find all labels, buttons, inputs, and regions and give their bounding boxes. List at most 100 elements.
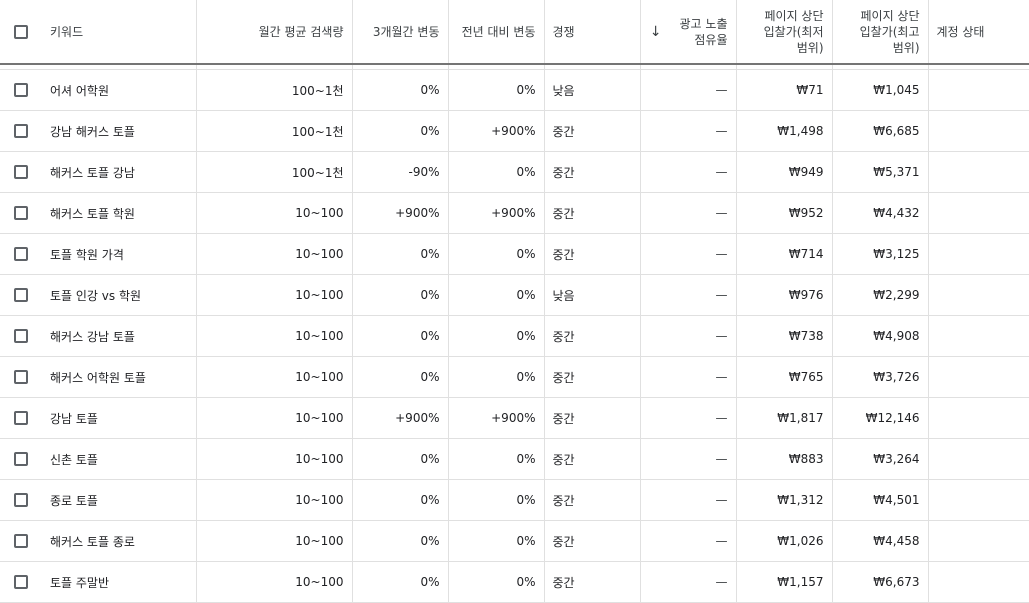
impression-share-cell: — <box>640 110 737 152</box>
keyword-cell: 신촌 토플 <box>36 438 197 480</box>
competition-cell: 중간 <box>544 561 641 603</box>
competition-cell: 중간 <box>544 356 641 398</box>
table-row: 해커스 토플 종로 10~100 0% 0% 중간 — ₩1,026 ₩4,458 <box>0 520 1029 562</box>
row-checkbox[interactable] <box>14 165 28 179</box>
competition-cell: 중간 <box>544 397 641 439</box>
column-header-competition[interactable]: 경쟁 <box>544 0 641 65</box>
table-row: 토플 주말반 10~100 0% 0% 중간 — ₩1,157 ₩6,673 <box>0 561 1029 603</box>
three-month-change-cell: 0% <box>352 69 449 111</box>
top-bid-low-cell: ₩1,157 <box>736 561 833 603</box>
three-month-change-cell: 0% <box>352 233 449 275</box>
yoy-change-cell: 0% <box>448 315 545 357</box>
yoy-change-cell: 0% <box>448 520 545 562</box>
top-bid-low-cell: ₩949 <box>736 151 833 193</box>
table-row: 해커스 토플 학원 10~100 +900% +900% 중간 — ₩952 ₩4,432 <box>0 192 1029 234</box>
column-header-top-bid-high[interactable]: 페이지 상단 입찰가(최고 범위) <box>832 0 929 65</box>
table-row: 어셔 어학원 100~1천 0% 0% 낮음 — ₩71 ₩1,045 <box>0 69 1029 111</box>
top-bid-low-cell: ₩1,026 <box>736 520 833 562</box>
top-bid-low-label: 페이지 상단 입찰가(최저 범위) <box>763 8 824 55</box>
keyword-cell: 종로 토플 <box>36 479 197 521</box>
monthly-search-cell: 100~1천 <box>196 151 353 193</box>
column-header-keyword[interactable]: 키워드 <box>36 0 197 65</box>
row-checkbox-cell[interactable] <box>0 479 36 521</box>
row-checkbox-cell[interactable] <box>0 438 36 480</box>
row-checkbox-cell[interactable] <box>0 192 36 234</box>
account-status-cell <box>928 274 1029 316</box>
top-bid-high-cell: ₩3,726 <box>832 356 929 398</box>
impression-share-label: 광고 노출 점유율 <box>679 16 728 47</box>
account-status-cell <box>928 561 1029 603</box>
yoy-change-cell: 0% <box>448 69 545 111</box>
impression-share-cell: — <box>640 69 737 111</box>
table-row: 강남 해커스 토플 100~1천 0% +900% 중간 — ₩1,498 ₩6,685 <box>0 110 1029 152</box>
row-checkbox-cell[interactable] <box>0 520 36 562</box>
table-row: 강남 토플 10~100 +900% +900% 중간 — ₩1,817 ₩12,146 <box>0 397 1029 439</box>
row-checkbox[interactable] <box>14 575 28 589</box>
competition-cell: 중간 <box>544 479 641 521</box>
row-checkbox[interactable] <box>14 124 28 138</box>
table-row: 해커스 강남 토플 10~100 0% 0% 중간 — ₩738 ₩4,908 <box>0 315 1029 357</box>
row-checkbox[interactable] <box>14 411 28 425</box>
monthly-search-cell: 10~100 <box>196 356 353 398</box>
row-checkbox[interactable] <box>14 288 28 302</box>
three-month-change-cell: 0% <box>352 479 449 521</box>
yoy-change-cell: +900% <box>448 192 545 234</box>
row-checkbox-cell[interactable] <box>0 397 36 439</box>
row-checkbox-cell[interactable] <box>0 233 36 275</box>
top-bid-low-cell: ₩976 <box>736 274 833 316</box>
row-checkbox[interactable] <box>14 370 28 384</box>
row-checkbox[interactable] <box>14 247 28 261</box>
account-status-cell <box>928 356 1029 398</box>
account-status-cell <box>928 192 1029 234</box>
row-checkbox[interactable] <box>14 493 28 507</box>
top-bid-high-cell: ₩1,045 <box>832 69 929 111</box>
row-checkbox-cell[interactable] <box>0 274 36 316</box>
top-bid-high-cell: ₩4,501 <box>832 479 929 521</box>
table-row: 종로 토플 10~100 0% 0% 중간 — ₩1,312 ₩4,501 <box>0 479 1029 521</box>
competition-cell: 중간 <box>544 438 641 480</box>
impression-share-cell: — <box>640 233 737 275</box>
table-row: 토플 학원 가격 10~100 0% 0% 중간 — ₩714 ₩3,125 <box>0 233 1029 275</box>
three-month-change-cell: -90% <box>352 151 449 193</box>
row-checkbox-cell[interactable] <box>0 561 36 603</box>
select-all-checkbox[interactable] <box>14 24 28 39</box>
column-header-yoy-change[interactable]: 전년 대비 변동 <box>448 0 545 65</box>
row-checkbox-cell[interactable] <box>0 110 36 152</box>
row-checkbox[interactable] <box>14 534 28 548</box>
select-all-cell[interactable] <box>0 0 36 65</box>
column-header-monthly-search[interactable]: 월간 평균 검색량 <box>196 0 353 65</box>
yoy-change-cell: 0% <box>448 479 545 521</box>
row-checkbox-cell[interactable] <box>0 151 36 193</box>
competition-cell: 중간 <box>544 315 641 357</box>
account-status-cell <box>928 69 1029 111</box>
row-checkbox-cell[interactable] <box>0 356 36 398</box>
yoy-change-cell: 0% <box>448 151 545 193</box>
top-bid-low-cell: ₩1,817 <box>736 397 833 439</box>
column-header-account-status[interactable]: 계정 상태 <box>928 0 1029 65</box>
top-bid-low-cell: ₩952 <box>736 192 833 234</box>
top-bid-low-cell: ₩1,498 <box>736 110 833 152</box>
three-month-change-cell: +900% <box>352 192 449 234</box>
impression-share-cell: — <box>640 479 737 521</box>
column-header-top-bid-low[interactable]: 페이지 상단 입찰가(최저 범위) <box>736 0 833 65</box>
row-checkbox[interactable] <box>14 206 28 220</box>
monthly-search-cell: 10~100 <box>196 233 353 275</box>
account-status-cell <box>928 397 1029 439</box>
row-checkbox[interactable] <box>14 83 28 97</box>
row-checkbox[interactable] <box>14 329 28 343</box>
column-header-three-month-change[interactable]: 3개월간 변동 <box>352 0 449 65</box>
row-checkbox-cell[interactable] <box>0 315 36 357</box>
column-header-impression-share[interactable]: ↓ 광고 노출 점유율 <box>640 0 737 65</box>
row-checkbox-cell[interactable] <box>0 69 36 111</box>
arrow-down-icon[interactable]: ↓ <box>650 24 662 40</box>
yoy-change-cell: 0% <box>448 438 545 480</box>
top-bid-high-cell: ₩4,908 <box>832 315 929 357</box>
keyword-cell: 해커스 토플 종로 <box>36 520 197 562</box>
competition-cell: 중간 <box>544 110 641 152</box>
table-header-row: 키워드 월간 평균 검색량 3개월간 변동 전년 대비 변동 경쟁 ↓ 광고 노… <box>0 0 1029 65</box>
table-row: 토플 인강 vs 학원 10~100 0% 0% 낮음 — ₩976 ₩2,299 <box>0 274 1029 316</box>
top-bid-low-cell: ₩765 <box>736 356 833 398</box>
row-checkbox[interactable] <box>14 452 28 466</box>
monthly-search-cell: 100~1천 <box>196 110 353 152</box>
monthly-search-cell: 100~1천 <box>196 69 353 111</box>
